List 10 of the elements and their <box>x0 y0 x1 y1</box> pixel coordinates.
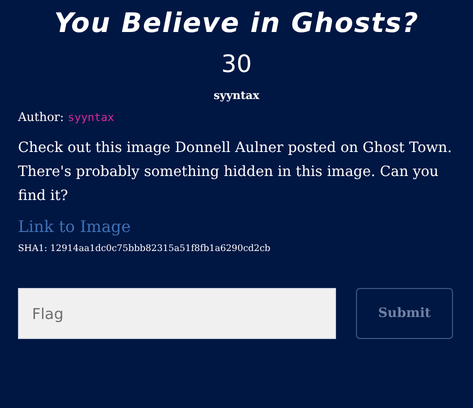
challenge-title: You Believe in Ghosts? <box>53 7 420 41</box>
hash-text: SHA1: 12914aa1dc0c75bbb82315a51f8fb1a6290cd2cb <box>18 244 272 254</box>
author-label: Author: <box>18 110 64 124</box>
category-label: syyntax <box>212 89 260 102</box>
flag-input-field[interactable]: Flag <box>18 288 336 339</box>
image-link[interactable]: Link to Image <box>18 217 131 236</box>
points-value: 30 <box>220 49 253 79</box>
challenge-description: Check out this image Donnell Aulner posted on Ghost Town. There's probably something hidden in this image. Can you find it? <box>18 139 453 206</box>
author-name: syyntax <box>68 111 114 124</box>
submit-button[interactable]: Submit <box>356 288 453 339</box>
